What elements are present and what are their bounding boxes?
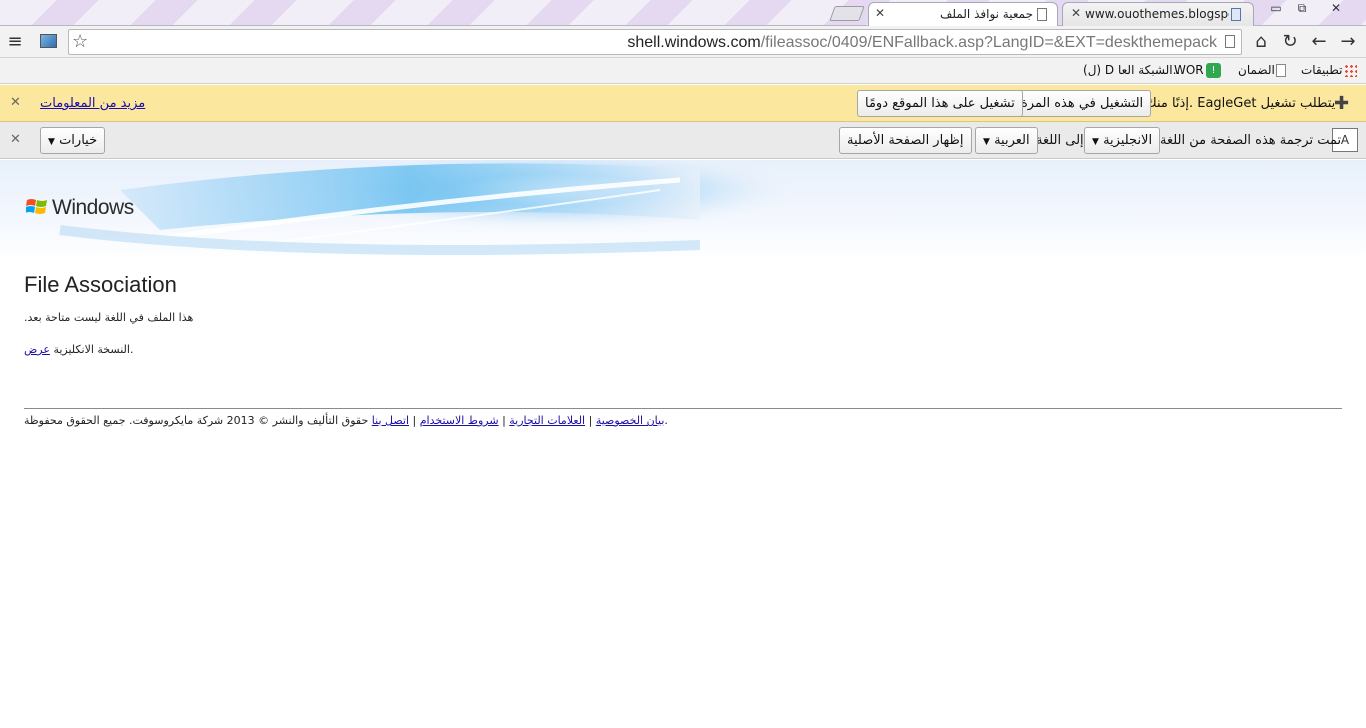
toolbar: ≡ ☆ shell.windows.com/fileassoc/0409/ENF… bbox=[0, 26, 1366, 58]
back-icon[interactable]: ← bbox=[1308, 32, 1330, 52]
footer-link-contact[interactable]: اتصل بنا bbox=[372, 414, 409, 427]
windows-flag-icon bbox=[26, 199, 47, 214]
tab-title: جمعية نوافذ الملف bbox=[939, 7, 1033, 21]
page-icon bbox=[1276, 64, 1286, 77]
footer: بيان الخصوصية | العلامات التجارية | شروط… bbox=[24, 414, 668, 427]
plugin-name: EagleGet bbox=[1197, 96, 1257, 111]
bookmark-star-icon[interactable]: ☆ bbox=[72, 31, 88, 52]
url-text[interactable]: shell.windows.com/fileassoc/0409/ENFallb… bbox=[627, 34, 1217, 52]
close-translate-bar-icon[interactable]: ✕ bbox=[10, 132, 21, 147]
banner-swoosh-graphic bbox=[59, 160, 800, 260]
page-icon bbox=[1037, 8, 1047, 21]
period: . bbox=[129, 343, 134, 356]
show-original-button[interactable]: إظهار الصفحة الأصلية bbox=[839, 127, 972, 154]
plugin-message: إذنًا منك. EagleGet يتطلب تشغيل bbox=[1146, 96, 1335, 111]
english-version-rest: النسخة الانكليزية bbox=[53, 343, 130, 356]
bookmark-item[interactable]: (ل) D الشبكة العا... bbox=[1083, 63, 1184, 77]
footer-separator: | bbox=[409, 414, 420, 427]
bookmark-apps[interactable]: تطبيقات bbox=[1301, 63, 1342, 77]
page-icon bbox=[1231, 8, 1241, 21]
tab-ouothemes[interactable]: ✕ www.ouothemes.blogspo bbox=[1062, 2, 1254, 26]
extension-icon[interactable] bbox=[40, 34, 57, 48]
restore-button[interactable]: ⧉ bbox=[1288, 1, 1316, 18]
english-version-line: النسخة الانكليزية عرض. bbox=[24, 343, 133, 356]
unavailable-message: .هذا الملف في اللغة ليست متاحة بعد bbox=[24, 311, 194, 324]
footer-link-trademarks[interactable]: العلامات التجارية bbox=[509, 414, 585, 427]
footer-separator: | bbox=[498, 414, 510, 427]
dropdown-arrow-icon: ▼ bbox=[48, 137, 55, 147]
url-host: shell.windows.com bbox=[627, 34, 761, 51]
minimize-button[interactable]: ▭ bbox=[1262, 1, 1290, 18]
page-title: File Association bbox=[24, 272, 177, 297]
footer-separator: | bbox=[585, 414, 596, 427]
target-language-value: العربية bbox=[994, 133, 1030, 148]
windows-logo-text: Windows bbox=[52, 196, 134, 219]
url-path: /fileassoc/0409/ENFallback.asp?LangID=&E… bbox=[760, 34, 1217, 51]
forward-icon[interactable]: → bbox=[1337, 32, 1359, 52]
translated-from-text: تمت ترجمة هذه الصفحة من اللغة bbox=[1160, 133, 1342, 148]
translate-infobar: A تمت ترجمة هذه الصفحة من اللغة ▼ الانجل… bbox=[0, 122, 1366, 159]
footer-link-privacy[interactable]: بيان الخصوصية bbox=[596, 414, 665, 427]
dropdown-arrow-icon: ▼ bbox=[983, 137, 990, 147]
dropdown-arrow-icon: ▼ bbox=[1092, 137, 1099, 147]
menu-icon[interactable]: ≡ bbox=[4, 32, 26, 52]
apps-grid-icon[interactable] bbox=[1344, 64, 1357, 77]
tab-close-icon[interactable]: ✕ bbox=[1071, 6, 1081, 20]
view-link[interactable]: عرض bbox=[24, 343, 50, 356]
plugin-infobar: ✚ إذنًا منك. EagleGet يتطلب تشغيل التشغي… bbox=[0, 85, 1366, 122]
puzzle-icon: ✚ bbox=[1334, 93, 1350, 114]
to-language-label: إلى اللغة bbox=[1036, 133, 1084, 148]
footer-link-terms[interactable]: شروط الاستخدام bbox=[420, 414, 499, 427]
close-window-button[interactable]: ✕ bbox=[1322, 1, 1350, 18]
message-suffix: إذنًا منك. bbox=[1146, 96, 1194, 111]
title-bar: ✕ www.ouothemes.blogspo ✕ جمعية نوافذ ال… bbox=[0, 0, 1366, 27]
reload-icon[interactable]: ↻ bbox=[1279, 32, 1301, 52]
close-infobar-icon[interactable]: ✕ bbox=[10, 95, 21, 110]
page-icon bbox=[1225, 35, 1235, 48]
source-language-select[interactable]: ▼ الانجليزية bbox=[1084, 127, 1161, 154]
source-language-value: الانجليزية bbox=[1103, 133, 1153, 148]
options-label: خيارات bbox=[59, 133, 98, 148]
bookmark-item[interactable]: الضمان bbox=[1238, 63, 1275, 77]
new-tab-button[interactable] bbox=[829, 6, 865, 21]
target-language-select[interactable]: ▼ العربية bbox=[975, 127, 1038, 154]
windows-banner: Windows bbox=[0, 160, 1366, 260]
green-site-icon: ! bbox=[1206, 63, 1221, 78]
tab-title: www.ouothemes.blogspo bbox=[1085, 7, 1229, 21]
footer-divider bbox=[24, 408, 1342, 409]
bookmarks-bar: تطبيقات الضمان ! WOR (ل) D الشبكة العا..… bbox=[0, 58, 1366, 84]
always-run-button[interactable]: تشغيل على هذا الموقع دومًا bbox=[857, 90, 1023, 117]
options-button[interactable]: ▼ خيارات bbox=[40, 127, 106, 154]
tab-close-icon[interactable]: ✕ bbox=[875, 6, 885, 20]
home-icon[interactable]: ⌂ bbox=[1250, 32, 1272, 52]
tab-file-association[interactable]: ✕ جمعية نوافذ الملف bbox=[868, 2, 1058, 27]
run-once-button[interactable]: التشغيل في هذه المرة bbox=[1013, 90, 1152, 117]
message-prefix: يتطلب تشغيل bbox=[1260, 96, 1336, 111]
omnibox[interactable]: ☆ shell.windows.com/fileassoc/0409/ENFal… bbox=[68, 29, 1242, 55]
learn-more-link[interactable]: مزيد من المعلومات bbox=[40, 96, 145, 111]
